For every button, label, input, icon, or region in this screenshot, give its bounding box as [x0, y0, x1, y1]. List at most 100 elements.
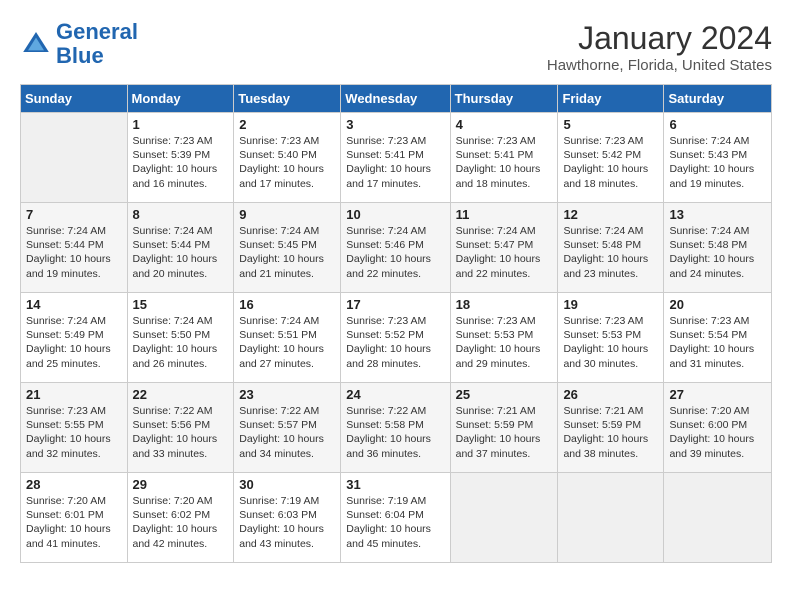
- day-info: Sunrise: 7:23 AMSunset: 5:41 PMDaylight:…: [346, 134, 444, 191]
- calendar-cell: 15 Sunrise: 7:24 AMSunset: 5:50 PMDayligh…: [127, 293, 234, 383]
- day-number: 23: [239, 387, 335, 402]
- weekday-header-tuesday: Tuesday: [234, 85, 341, 113]
- calendar-cell: 22Sunrise: 7:22 AMSunset: 5:56 PMDayligh…: [127, 383, 234, 473]
- day-info: Sunrise: 7:24 AMSunset: 5:43 PMDaylight:…: [669, 134, 766, 191]
- calendar-cell: 27Sunrise: 7:20 AMSunset: 6:00 PMDayligh…: [664, 383, 772, 473]
- calendar-cell: 2 Sunrise: 7:23 AMSunset: 5:40 PMDaylight…: [234, 113, 341, 203]
- calendar-cell: 7 Sunrise: 7:24 AMSunset: 5:44 PMDaylight…: [21, 203, 128, 293]
- day-number: 24: [346, 387, 444, 402]
- day-number: 20: [669, 297, 766, 312]
- calendar-cell: 17 Sunrise: 7:23 AMSunset: 5:52 PMDayligh…: [341, 293, 450, 383]
- calendar-table: SundayMondayTuesdayWednesdayThursdayFrid…: [20, 84, 772, 563]
- day-info: Sunrise: 7:24 AMSunset: 5:45 PMDaylight:…: [239, 224, 335, 281]
- day-number: 17: [346, 297, 444, 312]
- day-number: 31: [346, 477, 444, 492]
- day-number: 28: [26, 477, 122, 492]
- day-info: Sunrise: 7:21 AMSunset: 5:59 PMDaylight:…: [563, 404, 658, 461]
- calendar-cell: 10 Sunrise: 7:24 AMSunset: 5:46 PMDayligh…: [341, 203, 450, 293]
- day-number: 11: [456, 207, 553, 222]
- header: General Blue January 2024 Hawthorne, Flo…: [20, 20, 772, 74]
- calendar-cell: 13 Sunrise: 7:24 AMSunset: 5:48 PMDayligh…: [664, 203, 772, 293]
- day-info: Sunrise: 7:23 AMSunset: 5:40 PMDaylight:…: [239, 134, 335, 191]
- calendar-cell: 29 Sunrise: 7:20 AMSunset: 6:02 PMDayligh…: [127, 473, 234, 563]
- day-number: 5: [563, 117, 658, 132]
- calendar-subtitle: Hawthorne, Florida, United States: [547, 57, 772, 74]
- day-info: Sunrise: 7:24 AMSunset: 5:50 PMDaylight:…: [133, 314, 229, 371]
- logo-icon: [20, 28, 52, 60]
- day-number: 3: [346, 117, 444, 132]
- day-number: 10: [346, 207, 444, 222]
- calendar-cell: 23 Sunrise: 7:22 AMSunset: 5:57 PMDayligh…: [234, 383, 341, 473]
- day-info: Sunrise: 7:20 AMSunset: 6:01 PMDaylight:…: [26, 494, 122, 551]
- day-number: 21: [26, 387, 122, 402]
- day-info: Sunrise: 7:24 AMSunset: 5:46 PMDaylight:…: [346, 224, 444, 281]
- day-info: Sunrise: 7:24 AMSunset: 5:51 PMDaylight:…: [239, 314, 335, 371]
- day-number: 29: [133, 477, 229, 492]
- day-info: Sunrise: 7:23 AMSunset: 5:54 PMDaylight:…: [669, 314, 766, 371]
- logo-line1: General: [56, 19, 138, 44]
- calendar-title: January 2024: [547, 20, 772, 57]
- week-row-2: 7 Sunrise: 7:24 AMSunset: 5:44 PMDaylight…: [21, 203, 772, 293]
- calendar-cell: 19 Sunrise: 7:23 AMSunset: 5:53 PMDayligh…: [558, 293, 664, 383]
- day-number: 30: [239, 477, 335, 492]
- day-info: Sunrise: 7:19 AMSunset: 6:04 PMDaylight:…: [346, 494, 444, 551]
- day-info: Sunrise: 7:22 AMSunset: 5:58 PMDaylight:…: [346, 404, 444, 461]
- day-info: Sunrise: 7:23 AMSunset: 5:55 PMDaylight:…: [26, 404, 122, 461]
- day-number: 18: [456, 297, 553, 312]
- calendar-cell: 1Sunrise: 7:23 AMSunset: 5:39 PMDaylight…: [127, 113, 234, 203]
- day-number: 9: [239, 207, 335, 222]
- weekday-header-sunday: Sunday: [21, 85, 128, 113]
- day-number: 15: [133, 297, 229, 312]
- day-number: 8: [133, 207, 229, 222]
- day-info: Sunrise: 7:20 AMSunset: 6:02 PMDaylight:…: [133, 494, 229, 551]
- calendar-cell: [450, 473, 558, 563]
- calendar-cell: [664, 473, 772, 563]
- day-number: 14: [26, 297, 122, 312]
- day-number: 1: [133, 117, 229, 132]
- day-info: Sunrise: 7:23 AMSunset: 5:52 PMDaylight:…: [346, 314, 444, 371]
- day-number: 27: [669, 387, 766, 402]
- day-info: Sunrise: 7:24 AMSunset: 5:47 PMDaylight:…: [456, 224, 553, 281]
- week-row-5: 28 Sunrise: 7:20 AMSunset: 6:01 PMDayligh…: [21, 473, 772, 563]
- day-number: 6: [669, 117, 766, 132]
- day-info: Sunrise: 7:24 AMSunset: 5:49 PMDaylight:…: [26, 314, 122, 371]
- calendar-cell: 8 Sunrise: 7:24 AMSunset: 5:44 PMDaylight…: [127, 203, 234, 293]
- day-info: Sunrise: 7:23 AMSunset: 5:53 PMDaylight:…: [563, 314, 658, 371]
- calendar-cell: 6 Sunrise: 7:24 AMSunset: 5:43 PMDaylight…: [664, 113, 772, 203]
- day-number: 7: [26, 207, 122, 222]
- day-info: Sunrise: 7:21 AMSunset: 5:59 PMDaylight:…: [456, 404, 553, 461]
- day-number: 26: [563, 387, 658, 402]
- calendar-cell: 4Sunrise: 7:23 AMSunset: 5:41 PMDaylight…: [450, 113, 558, 203]
- week-row-4: 21 Sunrise: 7:23 AMSunset: 5:55 PMDayligh…: [21, 383, 772, 473]
- day-info: Sunrise: 7:24 AMSunset: 5:44 PMDaylight:…: [133, 224, 229, 281]
- calendar-cell: 16 Sunrise: 7:24 AMSunset: 5:51 PMDayligh…: [234, 293, 341, 383]
- calendar-cell: 18Sunrise: 7:23 AMSunset: 5:53 PMDayligh…: [450, 293, 558, 383]
- day-info: Sunrise: 7:24 AMSunset: 5:44 PMDaylight:…: [26, 224, 122, 281]
- day-number: 25: [456, 387, 553, 402]
- day-info: Sunrise: 7:22 AMSunset: 5:57 PMDaylight:…: [239, 404, 335, 461]
- day-number: 16: [239, 297, 335, 312]
- calendar-cell: [21, 113, 128, 203]
- day-number: 19: [563, 297, 658, 312]
- weekday-header-saturday: Saturday: [664, 85, 772, 113]
- day-number: 12: [563, 207, 658, 222]
- day-info: Sunrise: 7:24 AMSunset: 5:48 PMDaylight:…: [563, 224, 658, 281]
- weekday-header-monday: Monday: [127, 85, 234, 113]
- calendar-cell: 25 Sunrise: 7:21 AMSunset: 5:59 PMDayligh…: [450, 383, 558, 473]
- calendar-cell: 31 Sunrise: 7:19 AMSunset: 6:04 PMDayligh…: [341, 473, 450, 563]
- calendar-cell: 21 Sunrise: 7:23 AMSunset: 5:55 PMDayligh…: [21, 383, 128, 473]
- day-number: 2: [239, 117, 335, 132]
- day-number: 13: [669, 207, 766, 222]
- calendar-cell: [558, 473, 664, 563]
- calendar-cell: 28 Sunrise: 7:20 AMSunset: 6:01 PMDayligh…: [21, 473, 128, 563]
- weekday-header-thursday: Thursday: [450, 85, 558, 113]
- day-info: Sunrise: 7:24 AMSunset: 5:48 PMDaylight:…: [669, 224, 766, 281]
- day-info: Sunrise: 7:19 AMSunset: 6:03 PMDaylight:…: [239, 494, 335, 551]
- day-number: 4: [456, 117, 553, 132]
- calendar-cell: 3 Sunrise: 7:23 AMSunset: 5:41 PMDaylight…: [341, 113, 450, 203]
- calendar-cell: 26 Sunrise: 7:21 AMSunset: 5:59 PMDayligh…: [558, 383, 664, 473]
- title-area: January 2024 Hawthorne, Florida, United …: [547, 20, 772, 74]
- calendar-cell: 30 Sunrise: 7:19 AMSunset: 6:03 PMDayligh…: [234, 473, 341, 563]
- calendar-cell: 24 Sunrise: 7:22 AMSunset: 5:58 PMDayligh…: [341, 383, 450, 473]
- weekday-header-friday: Friday: [558, 85, 664, 113]
